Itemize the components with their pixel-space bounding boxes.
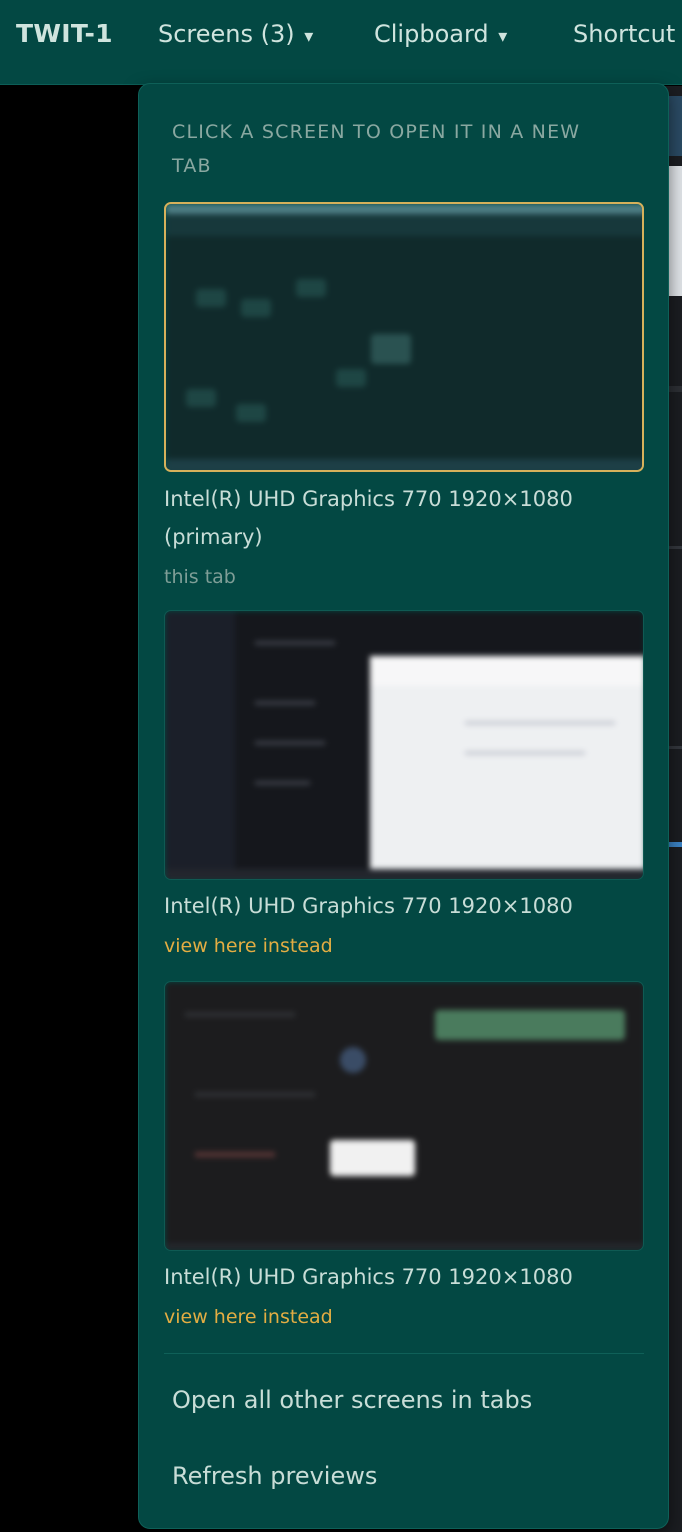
top-nav-bar: TWIT-1 Screens (3) ▾ Clipboard ▾ Shortcu…	[0, 0, 682, 85]
view-here-instead-link[interactable]: view here instead	[164, 933, 333, 959]
screen-name: Intel(R) UHD Graphics 770 1920×1080 (pri…	[164, 487, 573, 549]
view-here-instead-link[interactable]: view here instead	[164, 1304, 333, 1330]
refresh-previews-button[interactable]: Refresh previews	[172, 1462, 377, 1490]
screens-menu[interactable]: Screens (3) ▾	[158, 20, 313, 48]
dropdown-header: CLICK A SCREEN TO OPEN IT IN A NEW TAB	[172, 121, 581, 177]
chevron-down-icon: ▾	[304, 26, 314, 47]
screen-preview-thumbnail[interactable]	[164, 610, 644, 880]
screen-name: Intel(R) UHD Graphics 770 1920×1080	[164, 1265, 573, 1289]
screen-status: this tab	[164, 566, 236, 588]
preview-image	[165, 982, 643, 1250]
preview-image	[165, 611, 643, 879]
chevron-down-icon: ▾	[498, 26, 508, 47]
screen-preview-thumbnail[interactable]	[164, 981, 644, 1251]
clipboard-menu[interactable]: Clipboard ▾	[374, 20, 507, 48]
screens-menu-label: Screens (3)	[158, 20, 295, 48]
screens-dropdown: CLICK A SCREEN TO OPEN IT IN A NEW TAB I…	[138, 83, 669, 1529]
menu-divider	[164, 1353, 644, 1354]
preview-image	[166, 204, 642, 470]
shortcuts-menu[interactable]: Shortcut	[573, 20, 675, 48]
open-all-screens-button[interactable]: Open all other screens in tabs	[172, 1386, 532, 1414]
screen-name: Intel(R) UHD Graphics 770 1920×1080	[164, 894, 573, 918]
machine-name: TWIT-1	[16, 19, 113, 48]
screen-preview-thumbnail[interactable]	[164, 202, 644, 472]
clipboard-menu-label: Clipboard	[374, 20, 489, 48]
shortcuts-menu-label: Shortcut	[573, 20, 676, 48]
